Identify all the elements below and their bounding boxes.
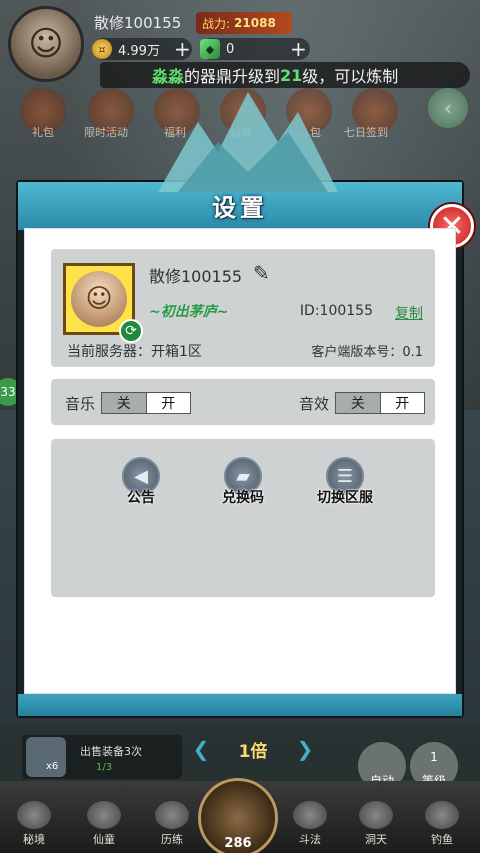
dialog-footer xyxy=(18,694,462,716)
effects-on-option[interactable]: 开 xyxy=(379,393,424,413)
edit-name-icon[interactable]: ✎ xyxy=(253,261,279,285)
current-server: 当前服务器：开箱1区 xyxy=(67,344,202,360)
notice-label: 公告 xyxy=(127,490,155,506)
sell-equipment-panel[interactable]: x6 出售装备3次 1/3 xyxy=(22,735,182,779)
audio-settings: 音乐 关 开 音效 关 开 xyxy=(51,379,435,425)
box-count: x6 xyxy=(46,761,59,772)
top-icon-label: 七日签到 xyxy=(344,126,388,139)
nav-fishing[interactable]: 钓鱼 xyxy=(414,801,470,847)
music-on-option[interactable]: 开 xyxy=(145,393,190,413)
effects-toggle[interactable]: 关 开 xyxy=(335,392,425,414)
nav-cave[interactable]: 洞天 xyxy=(348,801,404,847)
notice-button[interactable]: ◀ 公告 xyxy=(101,457,181,507)
fishing-icon xyxy=(425,801,459,829)
profile-name: 散修100155 xyxy=(149,267,243,286)
top-icon-label: 礼包 xyxy=(32,126,54,139)
music-off-option[interactable]: 关 xyxy=(102,393,146,413)
switch-server-button[interactable]: ☰ 切换区服 xyxy=(305,457,385,507)
power-badge: 战力: 21088 xyxy=(196,12,292,34)
top-hud: ☺ 散修100155 战力: 21088 ¤ 4.99万 + ◆ 0 + 淼淼 … xyxy=(0,0,480,95)
dialog-body: ☺ ⟳ 散修100155 ✎ ~初出茅庐~ ID:100155 复制 当前服务器… xyxy=(24,228,456,694)
add-coin-button[interactable]: + xyxy=(174,38,191,60)
level-number: 1 xyxy=(430,750,438,764)
player-avatar[interactable]: ☺ xyxy=(8,6,84,82)
mountain-ornament-icon xyxy=(158,92,338,192)
power-value: 21088 xyxy=(234,16,276,30)
nav-label: 斗法 xyxy=(299,833,321,846)
player-id: ID:100155 xyxy=(299,303,373,319)
jade-value: 0 xyxy=(226,41,235,57)
nav-label: 洞天 xyxy=(365,833,387,846)
realm-title: ~初出茅庐~ xyxy=(149,304,229,320)
redeem-code-button[interactable]: ▰ 兑换码 xyxy=(203,457,283,507)
nav-label: 仙童 xyxy=(93,833,115,846)
effects-off-option[interactable]: 关 xyxy=(336,393,380,413)
nav-immortal[interactable]: 仙童 xyxy=(76,801,132,847)
nav-label: 钓鱼 xyxy=(431,833,453,846)
switch-server-label: 切换区服 xyxy=(317,490,373,506)
sell-progress: 1/3 xyxy=(96,762,113,773)
player-name: 散修100155 xyxy=(94,14,182,32)
add-jade-button[interactable]: + xyxy=(290,38,307,60)
multiplier-value: 1倍 xyxy=(238,741,268,762)
center-level: 286 xyxy=(224,836,252,851)
top-icon-label: 限时活动 xyxy=(84,126,128,139)
main-weapon-button[interactable]: 286 xyxy=(198,778,278,853)
chevron-right-icon[interactable]: ❯ xyxy=(294,736,316,762)
client-version: 客户端版本号：0.1 xyxy=(311,345,423,360)
immortal-icon xyxy=(87,801,121,829)
jade-icon: ◆ xyxy=(200,39,220,59)
secret-realm-icon xyxy=(17,801,51,829)
settings-dialog: 设置 ✕ ☺ ⟳ 散修100155 ✎ ~初出茅庐~ ID:100155 复制 … xyxy=(16,92,474,718)
power-label: 战力: xyxy=(202,16,231,31)
cave-icon xyxy=(359,801,393,829)
coin-icon: ¤ xyxy=(92,39,112,59)
swap-avatar-icon[interactable]: ⟳ xyxy=(119,319,143,343)
dialog-header: 设置 xyxy=(18,92,462,230)
coin-value: 4.99万 xyxy=(118,43,160,59)
dialog-title: 设置 xyxy=(212,194,268,222)
action-panel: ◀ 公告 ▰ 兑换码 ☰ 切换区服 xyxy=(51,439,435,597)
music-label: 音乐 xyxy=(65,395,96,413)
nav-training[interactable]: 历练 xyxy=(144,801,200,847)
collapse-arrow-icon[interactable]: ‹ xyxy=(428,88,468,128)
training-icon xyxy=(155,801,189,829)
duel-icon xyxy=(293,801,327,829)
nav-label: 历练 xyxy=(161,833,183,846)
nav-secret-realm[interactable]: 秘境 xyxy=(6,801,62,847)
chevron-left-icon[interactable]: ❮ xyxy=(190,736,212,762)
nav-duel[interactable]: 斗法 xyxy=(282,801,338,847)
profile-card: ☺ ⟳ 散修100155 ✎ ~初出茅庐~ ID:100155 复制 当前服务器… xyxy=(51,249,435,367)
music-toggle[interactable]: 关 开 xyxy=(101,392,191,414)
redeem-label: 兑换码 xyxy=(222,490,264,506)
portrait-face-icon: ☺ xyxy=(71,271,127,327)
sell-label: 出售装备3次 xyxy=(80,745,142,758)
copy-id-link[interactable]: 复制 xyxy=(395,303,423,323)
multiplier-selector: ❮ 1倍 ❯ xyxy=(190,735,316,763)
effects-label: 音效 xyxy=(299,395,330,413)
nav-label: 秘境 xyxy=(23,833,45,846)
